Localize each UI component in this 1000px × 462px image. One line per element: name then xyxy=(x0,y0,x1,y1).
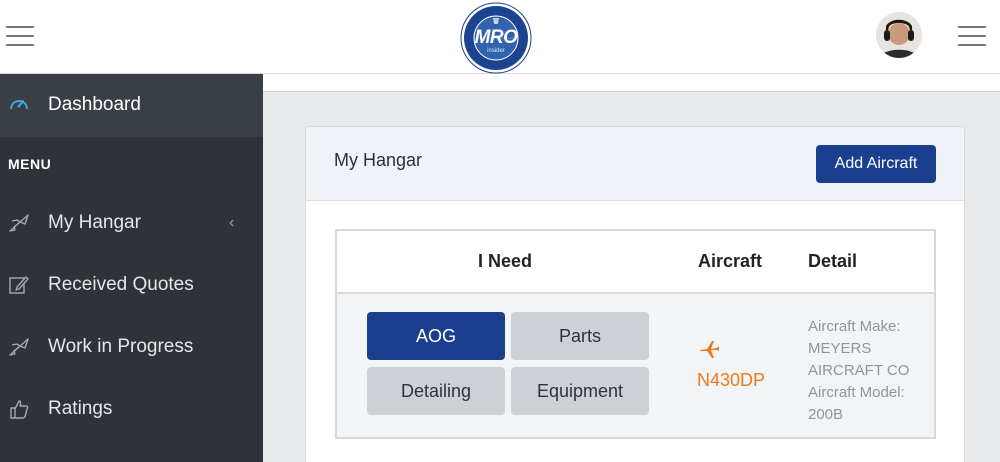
dashboard-gauge-icon xyxy=(8,94,30,121)
need-detailing-button[interactable]: Detailing xyxy=(367,367,505,415)
need-equipment-button[interactable]: Equipment xyxy=(511,367,649,415)
sidebar-item-dashboard[interactable]: Dashboard xyxy=(0,74,263,137)
add-aircraft-button[interactable]: Add Aircraft xyxy=(816,145,936,183)
detail-line: Aircraft Model: xyxy=(808,384,905,401)
content-topstrip xyxy=(263,74,1000,92)
sidebar-item-label: Dashboard xyxy=(48,94,141,115)
plane-icon xyxy=(8,336,30,363)
sidebar-toggle-menu-icon[interactable] xyxy=(6,24,34,48)
edit-icon xyxy=(8,274,30,301)
need-parts-button[interactable]: Parts xyxy=(511,312,649,360)
hangar-table: I Need Aircraft Detail AOG Parts Detaili… xyxy=(335,229,936,439)
column-header-aircraft: Aircraft xyxy=(698,251,763,271)
sidebar: Dashboard MENU My Hangar ‹ Received Quot… xyxy=(0,74,263,462)
sidebar-item-label: My Hangar xyxy=(48,212,141,233)
menu-section-header: MENU xyxy=(8,156,52,172)
sidebar-item-ratings[interactable]: Ratings xyxy=(0,384,263,436)
top-bar: MRO insider xyxy=(0,0,1000,74)
card-header: My Hangar Add Aircraft xyxy=(306,127,964,201)
sidebar-item-label: Received Quotes xyxy=(48,274,194,295)
detail-line: Aircraft Make: xyxy=(808,318,901,335)
user-avatar[interactable] xyxy=(876,12,922,58)
aircraft-detail: Aircraft Make: MEYERS AIRCRAFT CO Aircra… xyxy=(808,316,928,426)
sidebar-item-my-hangar[interactable]: My Hangar ‹ xyxy=(0,198,263,250)
detail-line: MEYERS xyxy=(808,340,872,357)
plane-icon xyxy=(698,338,720,365)
sidebar-item-received-quotes[interactable]: Received Quotes xyxy=(0,260,263,312)
sidebar-item-label: Ratings xyxy=(48,398,113,419)
column-header-i-need: I Need xyxy=(478,251,533,271)
column-header-detail: Detail xyxy=(808,251,858,271)
my-hangar-card: My Hangar Add Aircraft I Need Aircraft D… xyxy=(305,126,965,462)
card-title: My Hangar xyxy=(334,150,423,170)
main-menu-icon[interactable] xyxy=(958,24,986,48)
detail-line: AIRCRAFT CO xyxy=(808,362,910,379)
plane-icon xyxy=(8,212,30,239)
table-header: I Need Aircraft Detail xyxy=(337,231,934,294)
mro-insider-logo[interactable]: MRO insider xyxy=(460,2,532,74)
sidebar-item-work-in-progress[interactable]: Work in Progress xyxy=(0,322,263,374)
need-aog-button[interactable]: AOG xyxy=(367,312,505,360)
aircraft-tail-number-link[interactable]: N430DP xyxy=(697,370,765,391)
logo-subtext: insider xyxy=(487,48,505,54)
chevron-left-icon: ‹ xyxy=(229,214,235,231)
sidebar-item-label: Work in Progress xyxy=(48,336,194,357)
detail-line: 200B xyxy=(808,406,844,423)
logo-text: MRO xyxy=(474,27,518,48)
table-row: AOG Parts Detailing Equipment N430DP Air… xyxy=(337,294,934,437)
thumbs-up-icon xyxy=(8,398,30,425)
